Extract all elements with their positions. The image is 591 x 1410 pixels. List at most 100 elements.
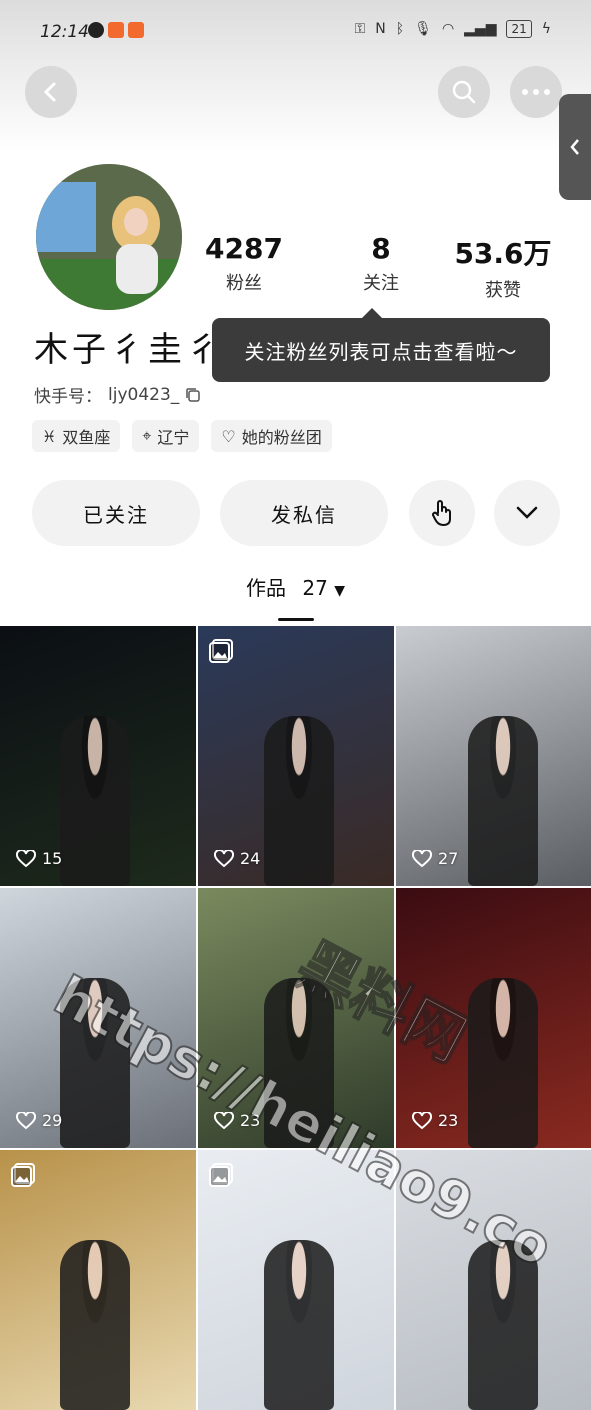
stat-following-value: 8 bbox=[371, 232, 391, 265]
key-icon: ⚿ bbox=[354, 21, 366, 37]
like-count-value: 23 bbox=[240, 1111, 261, 1130]
video-thumbnail[interactable]: 15 bbox=[0, 626, 196, 886]
stat-fans[interactable]: 4287 粉丝 bbox=[184, 232, 304, 295]
thumbnail-figure bbox=[468, 716, 538, 886]
tag-fan-club[interactable]: ♡ 她的粉丝团 bbox=[211, 420, 332, 452]
side-drawer-tab[interactable] bbox=[559, 94, 591, 200]
profile-tags: ♓︎ 双鱼座 ⌖ 辽宁 ♡ 她的粉丝团 bbox=[32, 420, 332, 452]
video-thumbnail[interactable]: 23 bbox=[198, 888, 394, 1148]
wifi-icon: ◠ bbox=[441, 21, 455, 37]
like-count: 29 bbox=[16, 1111, 62, 1130]
stat-likes-value: 53.6万 bbox=[454, 237, 552, 270]
followed-button[interactable]: 已关注 bbox=[32, 480, 200, 546]
heart-outline-icon bbox=[214, 849, 234, 867]
works-grid: 15 24 27 29 23 23 bbox=[0, 626, 591, 1410]
back-arrow-icon bbox=[43, 82, 56, 102]
heart-outline-icon bbox=[412, 849, 432, 867]
tab-works-label: 作品 bbox=[246, 576, 287, 600]
status-bar: 12:14 ⚿ N ᛒ 🎙︎ ◠ ▂▄▆ 21 ϟ bbox=[0, 0, 591, 64]
thumbnail-figure bbox=[60, 978, 130, 1148]
send-message-label: 发私信 bbox=[271, 502, 337, 527]
tag-constellation[interactable]: ♓︎ 双鱼座 bbox=[32, 420, 121, 452]
thumbnail-figure bbox=[468, 978, 538, 1148]
status-app-icons bbox=[88, 22, 144, 38]
stat-following-label: 关注 bbox=[363, 273, 399, 294]
stat-fans-label: 粉丝 bbox=[226, 273, 262, 294]
chevron-left-icon bbox=[570, 139, 579, 155]
like-count: 15 bbox=[16, 849, 62, 868]
gesture-button[interactable] bbox=[409, 480, 475, 546]
chevron-down-icon bbox=[516, 506, 538, 519]
avatar[interactable] bbox=[36, 164, 182, 310]
like-count: 23 bbox=[214, 1111, 260, 1130]
like-count-value: 15 bbox=[42, 849, 63, 868]
bluetooth-icon: ᛒ bbox=[395, 21, 405, 37]
tab-works[interactable]: 作品 27 ▼ bbox=[0, 572, 591, 601]
kuaishou-id-row: 快手号： ljy0423_ bbox=[34, 382, 201, 407]
search-button[interactable] bbox=[438, 66, 490, 118]
like-count: 23 bbox=[412, 1111, 458, 1130]
heart-outline-icon bbox=[412, 1111, 432, 1129]
status-time: 12:14 bbox=[40, 22, 89, 42]
caret-down-icon: ▼ bbox=[334, 583, 345, 599]
hand-tap-icon bbox=[432, 500, 451, 526]
video-thumbnail[interactable]: 29 bbox=[0, 888, 196, 1148]
cat-icon bbox=[88, 22, 104, 38]
heart-outline-icon bbox=[214, 1111, 234, 1129]
heart-outline-icon bbox=[16, 1111, 36, 1129]
tag-label: 辽宁 bbox=[157, 428, 190, 447]
back-button[interactable] bbox=[25, 66, 77, 118]
kuaishou-id-label: 快手号： bbox=[34, 387, 102, 407]
copy-icon[interactable] bbox=[185, 387, 201, 403]
multi-image-icon bbox=[208, 638, 234, 664]
stat-likes-label: 获赞 bbox=[485, 280, 521, 301]
tag-location[interactable]: ⌖ 辽宁 bbox=[132, 420, 200, 452]
thumbnail-figure bbox=[60, 716, 130, 886]
stat-likes[interactable]: 53.6万 获赞 bbox=[443, 232, 563, 302]
heart-outline-icon bbox=[16, 849, 36, 867]
tag-label: 双鱼座 bbox=[62, 428, 111, 447]
search-icon bbox=[452, 80, 476, 104]
video-thumbnail[interactable] bbox=[0, 1150, 196, 1410]
tooltip[interactable]: 关注粉丝列表可点击查看啦～ bbox=[212, 308, 550, 382]
signal-icon: ▂▄▆ bbox=[464, 21, 497, 37]
tab-indicator bbox=[278, 618, 314, 621]
video-thumbnail[interactable]: 23 bbox=[396, 888, 591, 1148]
app-badge-icon bbox=[128, 22, 144, 38]
like-count-value: 23 bbox=[438, 1111, 459, 1130]
more-button[interactable] bbox=[510, 66, 562, 118]
thumbnail-figure bbox=[60, 1240, 130, 1410]
followed-label: 已关注 bbox=[83, 502, 149, 527]
pisces-icon: ♓︎ bbox=[42, 426, 57, 446]
stat-fans-value: 4287 bbox=[205, 232, 283, 265]
battery-icon: 21 bbox=[506, 20, 532, 38]
thumbnail-figure bbox=[264, 1240, 334, 1410]
stat-following[interactable]: 8 关注 bbox=[321, 232, 441, 295]
like-count: 27 bbox=[412, 849, 458, 868]
status-right: ⚿ N ᛒ 🎙︎ ◠ ▂▄▆ 21 ϟ bbox=[355, 20, 551, 38]
thumbnail-figure bbox=[264, 978, 334, 1148]
more-icon bbox=[522, 89, 550, 95]
like-count: 24 bbox=[214, 849, 260, 868]
video-thumbnail[interactable]: 27 bbox=[396, 626, 591, 886]
like-count-value: 24 bbox=[240, 849, 261, 868]
video-thumbnail[interactable] bbox=[396, 1150, 591, 1410]
video-thumbnail[interactable] bbox=[198, 1150, 394, 1410]
thumbnail-figure bbox=[468, 1240, 538, 1410]
send-message-button[interactable]: 发私信 bbox=[220, 480, 388, 546]
like-count-value: 29 bbox=[42, 1111, 63, 1130]
tab-works-count: 27 bbox=[302, 576, 328, 600]
multi-image-icon bbox=[10, 1162, 36, 1188]
video-thumbnail[interactable]: 24 bbox=[198, 626, 394, 886]
multi-image-icon bbox=[208, 1162, 234, 1188]
mic-icon: 🎙︎ bbox=[414, 21, 432, 37]
kuaishou-id: ljy0423_ bbox=[108, 384, 180, 405]
avatar-image bbox=[36, 164, 182, 310]
charging-icon: ϟ bbox=[541, 21, 551, 37]
header-background bbox=[0, 64, 591, 154]
tag-label: 她的粉丝团 bbox=[241, 428, 322, 447]
location-pin-icon: ⌖ bbox=[142, 426, 152, 445]
app-badge-icon bbox=[108, 22, 124, 38]
expand-button[interactable] bbox=[494, 480, 560, 546]
thumbnail-figure bbox=[264, 716, 334, 886]
